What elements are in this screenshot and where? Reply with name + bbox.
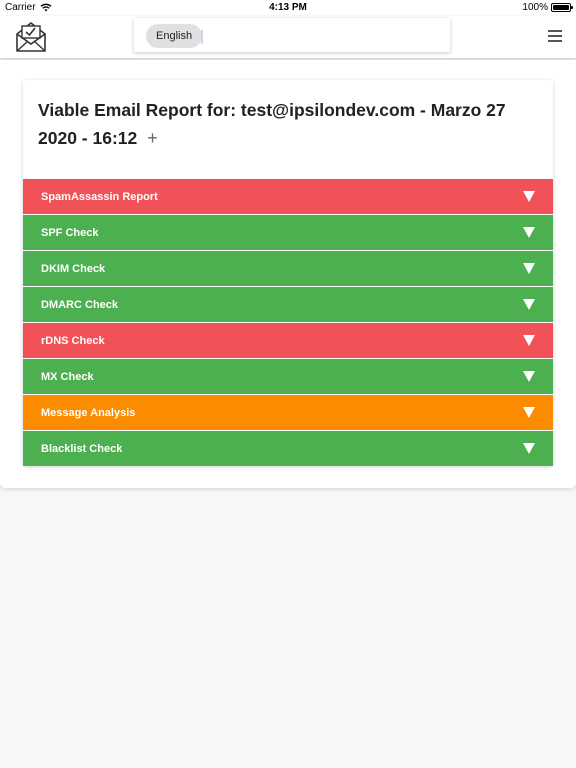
clock: 4:13 PM bbox=[269, 2, 307, 13]
report-card: Viable Email Report for: test@ipsilondev… bbox=[23, 80, 553, 466]
expand-arrow-icon[interactable] bbox=[523, 443, 535, 454]
checks-list: SpamAssassin Report SPF Check DKIM Check DM… bbox=[23, 179, 553, 467]
check-row-rdns-check[interactable]: rDNS Check bbox=[23, 323, 553, 358]
text-cursor bbox=[201, 30, 203, 44]
report-title: Viable Email Report for: test@ipsilondev… bbox=[38, 100, 506, 148]
battery-icon bbox=[551, 3, 573, 12]
check-row-message-analysis[interactable]: Message Analysis bbox=[23, 395, 553, 430]
check-label: DKIM Check bbox=[41, 262, 106, 275]
check-label: Message Analysis bbox=[41, 406, 136, 419]
language-chip[interactable]: English bbox=[146, 24, 203, 48]
check-row-mx-check[interactable]: MX Check bbox=[23, 359, 553, 394]
expand-arrow-icon[interactable] bbox=[523, 371, 535, 382]
check-row-dkim-check[interactable]: DKIM Check bbox=[23, 251, 553, 286]
check-label: Blacklist Check bbox=[41, 442, 123, 455]
battery-indicator: 100% bbox=[522, 2, 573, 13]
expand-arrow-icon[interactable] bbox=[523, 191, 535, 202]
check-row-dmarc-check[interactable]: DMARC Check bbox=[23, 287, 553, 322]
expand-arrow-icon[interactable] bbox=[523, 227, 535, 238]
expand-plus-icon[interactable]: + bbox=[147, 128, 158, 148]
check-row-spf-check[interactable]: SPF Check bbox=[23, 215, 553, 250]
check-row-blacklist-check[interactable]: Blacklist Check bbox=[23, 431, 553, 466]
check-label: rDNS Check bbox=[41, 334, 105, 347]
hamburger-menu-icon[interactable] bbox=[548, 30, 562, 42]
report-title-wrapper: Viable Email Report for: test@ipsilondev… bbox=[38, 96, 508, 152]
status-bar: Carrier 4:13 PM 100% bbox=[0, 0, 576, 16]
email-check-logo-icon[interactable] bbox=[14, 20, 48, 54]
expand-arrow-icon[interactable] bbox=[523, 299, 535, 310]
expand-arrow-icon[interactable] bbox=[523, 263, 535, 274]
check-row-spamassassin-report[interactable]: SpamAssassin Report bbox=[23, 179, 553, 214]
language-selector[interactable]: English bbox=[134, 18, 450, 52]
check-label: SPF Check bbox=[41, 226, 99, 239]
app-bar: English bbox=[0, 16, 576, 58]
battery-percent: 100% bbox=[522, 2, 548, 13]
check-label: MX Check bbox=[41, 370, 94, 383]
check-label: SpamAssassin Report bbox=[41, 190, 158, 203]
expand-arrow-icon[interactable] bbox=[523, 335, 535, 346]
expand-arrow-icon[interactable] bbox=[523, 407, 535, 418]
check-label: DMARC Check bbox=[41, 298, 119, 311]
